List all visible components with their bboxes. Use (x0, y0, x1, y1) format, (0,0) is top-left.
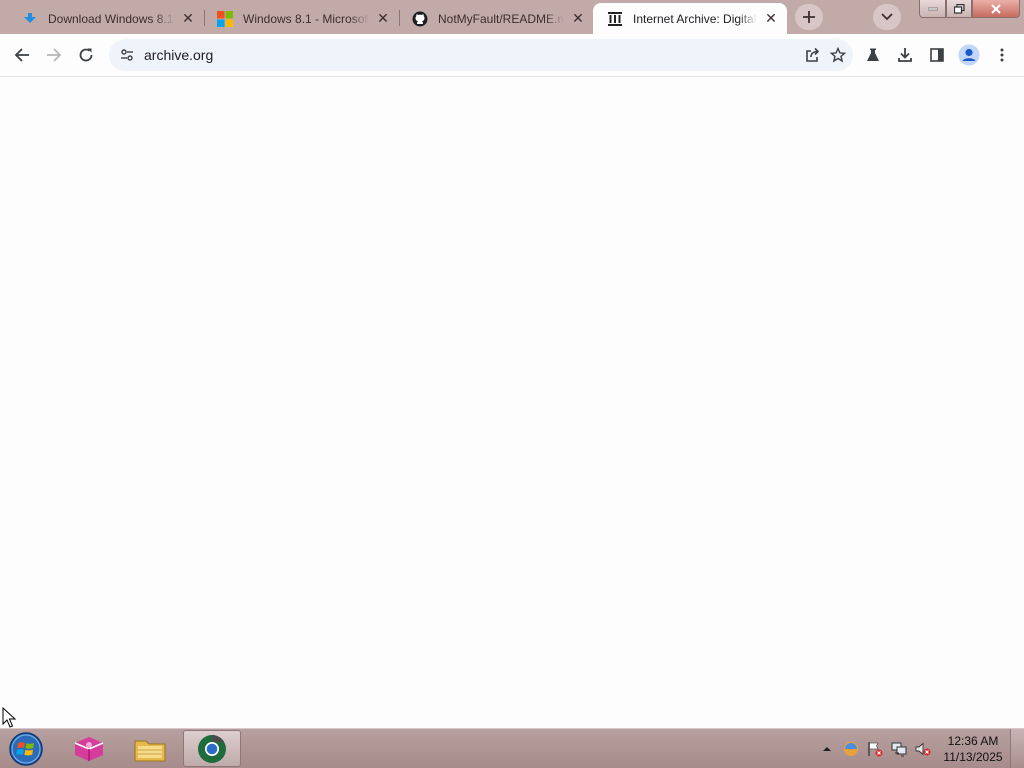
restore-icon (953, 3, 965, 14)
volume-muted-icon[interactable] (914, 740, 932, 758)
archive-icon (607, 11, 623, 27)
bookmark-star-icon[interactable] (824, 39, 852, 71)
site-info-icon[interactable] (111, 39, 143, 71)
arrow-left-icon (14, 48, 29, 62)
action-center-flag-icon[interactable] (866, 740, 884, 758)
download-favicon-icon (22, 11, 38, 27)
windows-orb-icon (9, 732, 43, 766)
show-desktop-button[interactable] (1010, 729, 1024, 768)
start-button[interactable] (6, 730, 46, 768)
tab-close-icon[interactable]: ✕ (570, 10, 586, 27)
clock-date: 11/13/2025 (943, 750, 1003, 764)
kebab-menu-icon (1000, 48, 1004, 62)
plus-icon (803, 11, 815, 23)
page-content[interactable] (0, 77, 1024, 728)
taskbar-app-pink[interactable] (60, 730, 118, 767)
menu-button[interactable] (986, 39, 1018, 71)
tab-close-icon[interactable]: ✕ (763, 10, 779, 27)
share-icon[interactable] (799, 39, 827, 71)
tab-close-icon[interactable]: ✕ (375, 10, 391, 27)
show-hidden-icons-chevron-icon[interactable] (818, 740, 836, 758)
arrow-right-icon (47, 48, 62, 62)
download-icon (898, 48, 912, 62)
back-button[interactable] (6, 39, 38, 71)
tab-notmyfault-readme[interactable]: NotMyFault/README.md ✕ (398, 3, 594, 34)
url-text[interactable]: archive.org (144, 47, 213, 63)
reload-button[interactable] (70, 39, 102, 71)
profile-button[interactable] (953, 39, 985, 71)
minimize-button[interactable] (919, 0, 946, 18)
folder-icon (134, 740, 166, 761)
tab-strip: Download Windows 8.1 ✕ Windows 8.1 - Mic… (0, 0, 1024, 34)
side-panel-button[interactable] (921, 39, 953, 71)
tab-download-windows[interactable]: Download Windows 8.1 ✕ (8, 3, 204, 34)
restore-button[interactable] (946, 0, 972, 18)
tray-app-icon[interactable] (842, 740, 860, 758)
side-panel-icon (930, 48, 944, 62)
tab-close-icon[interactable]: ✕ (180, 10, 196, 27)
taskbar-app-chrome[interactable] (183, 730, 241, 767)
browser-window: Download Windows 8.1 ✕ Windows 8.1 - Mic… (0, 0, 1024, 728)
downloads-button[interactable] (889, 39, 921, 71)
taskbar-app-explorer[interactable] (121, 730, 179, 767)
browser-toolbar: archive.org (0, 34, 1024, 77)
tab-internet-archive[interactable]: Internet Archive: Digital Library ✕ (593, 3, 787, 34)
taskbar-clock[interactable]: 12:36 AM 11/13/2025 (940, 733, 1006, 765)
tab-title: NotMyFault/README.md (438, 11, 564, 26)
address-bar[interactable]: archive.org (109, 39, 853, 71)
chrome-icon (198, 734, 226, 763)
flask-icon (867, 48, 879, 61)
pink-app-icon (74, 736, 104, 761)
new-tab-button[interactable] (795, 4, 823, 30)
labs-button[interactable] (857, 39, 889, 71)
close-window-button[interactable] (972, 0, 1020, 18)
network-icon[interactable] (890, 740, 908, 758)
minimize-icon (927, 7, 938, 10)
tab-title: Download Windows 8.1 (48, 11, 174, 26)
microsoft-logo-icon (217, 10, 233, 27)
tab-title: Internet Archive: Digital Library (633, 11, 757, 26)
chevron-down-icon (881, 13, 893, 21)
tab-search-button[interactable] (873, 4, 901, 30)
taskbar: 12:36 AM 11/13/2025 (0, 728, 1024, 768)
github-icon (412, 11, 428, 27)
forward-button[interactable] (38, 39, 70, 71)
clock-time: 12:36 AM (947, 734, 999, 748)
tab-title: Windows 8.1 - Microsoft (243, 11, 369, 26)
tab-windows-microsoft[interactable]: Windows 8.1 - Microsoft ✕ (203, 3, 399, 34)
avatar-icon (958, 44, 980, 66)
mouse-cursor-icon (2, 707, 16, 728)
close-icon (991, 3, 1001, 14)
reload-icon (79, 48, 93, 62)
